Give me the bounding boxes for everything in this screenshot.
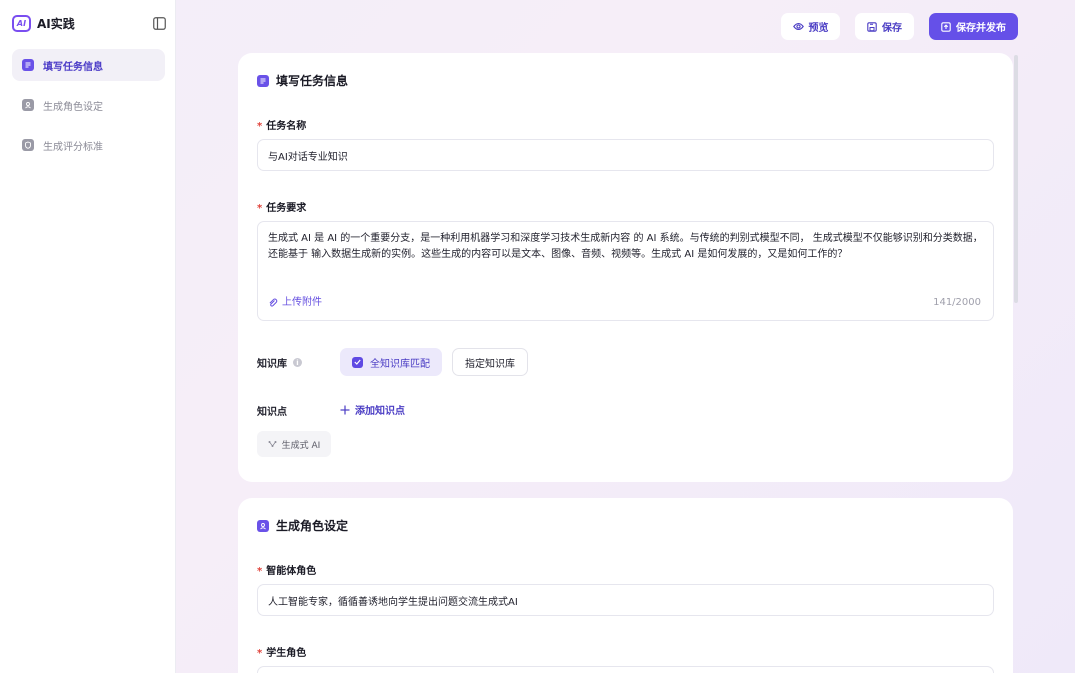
sidebar-item-scoring[interactable]: 生成评分标准 (12, 129, 165, 161)
knowledge-point-tag-label: 生成式 AI (281, 440, 321, 451)
all-knowledge-base-label: 全知识库匹配 (370, 358, 430, 370)
card-title-text: 填写任务信息 (276, 74, 349, 88)
user-icon (257, 519, 269, 532)
sidebar-collapse-icon[interactable] (153, 17, 166, 30)
save-and-publish-button[interactable]: 保存并发布 (929, 13, 1018, 40)
student-role-label-text: 学生角色 (266, 648, 307, 659)
sidebar-item-label: 填写任务信息 (43, 61, 103, 73)
checkbox-checked-icon (352, 356, 363, 368)
required-marker: * (257, 121, 263, 132)
agent-role-label-text: 智能体角色 (266, 566, 317, 577)
card-title: 生成角色设定 (257, 517, 348, 534)
info-icon[interactable]: i (293, 358, 302, 367)
task-name-label-text: 任务名称 (266, 121, 307, 132)
brand-logo: AI (12, 15, 31, 32)
eye-icon (792, 22, 804, 31)
card-title-text: 生成角色设定 (276, 519, 349, 533)
knowledge-base-label: 知识库 i (257, 355, 302, 370)
task-requirement-value: 生成式 AI 是 AI 的一个重要分支，是一种利用机器学习和深度学习技术生成新内… (268, 233, 983, 260)
student-role-label: * 学生角色 (257, 644, 306, 659)
add-knowledge-point-button[interactable]: 添加知识点 (340, 402, 405, 417)
upload-attachment-link[interactable]: 上传附件 (268, 295, 322, 311)
specified-knowledge-base-label: 指定知识库 (465, 358, 515, 370)
knowledge-point-tag[interactable]: 生成式 AI (257, 431, 331, 457)
task-requirement-label: * 任务要求 (257, 199, 306, 214)
sidebar-item-label: 生成评分标准 (43, 141, 103, 153)
knowledge-base-label-text: 知识库 (257, 359, 287, 370)
required-marker: * (257, 566, 263, 577)
task-name-value: 与AI对话专业知识 (268, 151, 348, 163)
paperclip-icon (269, 298, 278, 307)
student-role-input[interactable] (257, 666, 994, 673)
all-knowledge-base-option[interactable]: 全知识库匹配 (340, 348, 442, 376)
task-info-card: 填写任务信息 * 任务名称 与AI对话专业知识 * 任务要求 生成式 AI 是 AI… (238, 53, 1013, 482)
brand-name: AI实践 (37, 17, 75, 31)
upload-label: 上传附件 (282, 297, 322, 308)
user-icon (22, 99, 34, 111)
preview-button[interactable]: 预览 (781, 13, 840, 40)
agent-role-label: * 智能体角色 (257, 562, 316, 577)
required-marker: * (257, 648, 263, 659)
document-icon (257, 74, 269, 87)
char-counter: 141/2000 (933, 297, 981, 308)
role-setting-card: 生成角色设定 * 智能体角色 人工智能专家，循循善诱地向学生提出问题交流生成式AI… (238, 498, 1013, 673)
task-requirement-textarea[interactable]: 生成式 AI 是 AI 的一个重要分支，是一种利用机器学习和深度学习技术生成新内… (257, 221, 994, 321)
card-title: 填写任务信息 (257, 72, 348, 89)
knowledge-point-label: 知识点 (257, 407, 287, 418)
task-name-label: * 任务名称 (257, 117, 306, 132)
sidebar-item-label: 生成角色设定 (43, 101, 103, 113)
shield-icon (22, 139, 34, 151)
publish-label: 保存并发布 (956, 23, 1006, 34)
scrollbar[interactable] (1014, 55, 1018, 303)
publish-icon (941, 21, 951, 32)
preview-label: 预览 (808, 23, 829, 34)
task-requirement-label-text: 任务要求 (266, 203, 307, 214)
add-knowledge-point-label: 添加知识点 (355, 406, 405, 417)
agent-role-value: 人工智能专家，循循善诱地向学生提出问题交流生成式AI (268, 596, 518, 608)
nodes-icon (268, 441, 277, 447)
sidebar-item-role-setting[interactable]: 生成角色设定 (12, 89, 165, 121)
save-icon (867, 21, 877, 32)
sidebar-item-task-info[interactable]: 填写任务信息 (12, 49, 165, 81)
plus-icon (340, 405, 350, 414)
required-marker: * (257, 203, 263, 214)
brand: AI AI实践 (12, 15, 75, 32)
save-label: 保存 (882, 23, 902, 34)
document-icon (22, 59, 34, 71)
agent-role-input[interactable]: 人工智能专家，循循善诱地向学生提出问题交流生成式AI (257, 584, 994, 616)
save-button[interactable]: 保存 (855, 13, 914, 40)
sidebar: AI AI实践 填写任务信息 生成角色设定 生成评分标准 (0, 0, 176, 673)
task-name-input[interactable]: 与AI对话专业知识 (257, 139, 994, 171)
specified-knowledge-base-option[interactable]: 指定知识库 (452, 348, 528, 376)
